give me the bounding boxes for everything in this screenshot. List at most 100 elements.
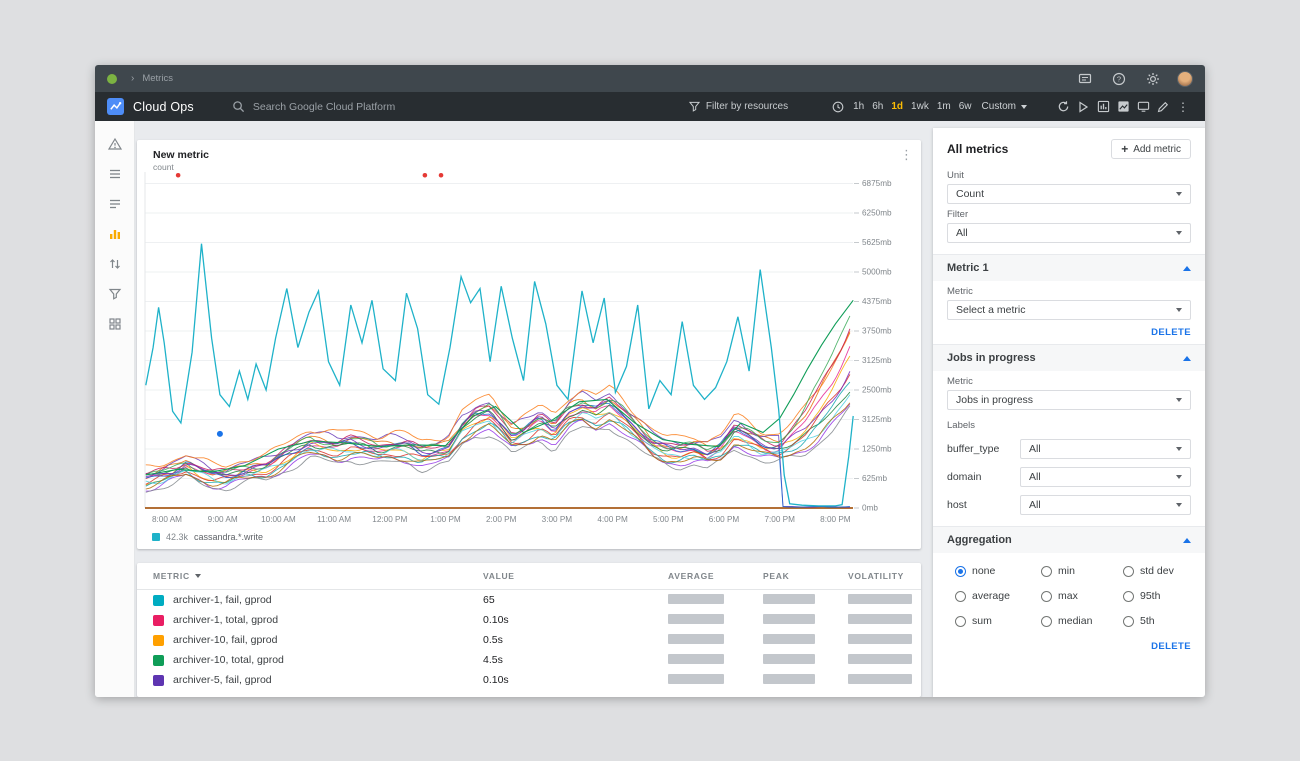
custom-range-button[interactable]: Custom [982, 101, 1027, 112]
filter-label: Filter [947, 209, 1191, 220]
search-bar[interactable]: Search Google Cloud Platform [232, 100, 395, 113]
table-row[interactable]: archiver-10, fail, gprod0.5s [137, 630, 921, 650]
label-select-buffer_type[interactable]: All [1020, 439, 1191, 459]
radio-circle-icon [1041, 616, 1052, 627]
table-row[interactable]: archiver-5, fail, gprod0.10s [137, 670, 921, 690]
clock-icon [830, 97, 845, 117]
unit-label: Unit [947, 170, 1191, 181]
svg-text:6:00 PM: 6:00 PM [709, 515, 740, 524]
time-range-1d[interactable]: 1d [891, 101, 903, 112]
svg-text:2:00 PM: 2:00 PM [486, 515, 517, 524]
chart-title: New metric [153, 149, 209, 161]
metric-name: archiver-10, fail, gprod [173, 634, 277, 646]
chevron-up-icon [1183, 266, 1191, 271]
sidebar-item-metrics-explorer[interactable] [95, 219, 135, 249]
play-icon[interactable] [1073, 97, 1093, 117]
time-range-6h[interactable]: 6h [872, 101, 883, 112]
filter-by-resources[interactable]: Filter by resources [689, 101, 788, 112]
chart-card: New metric count ⋮ 6875mb6250mb5625mb500… [137, 140, 921, 549]
table-row[interactable]: archiver-10, total, gprod4.5s [137, 650, 921, 670]
svg-text:4375mb: 4375mb [862, 297, 892, 306]
sidebar-item-filter[interactable] [95, 279, 135, 309]
metric-select[interactable]: Select a metric [947, 300, 1191, 320]
monitor-icon[interactable] [1133, 97, 1153, 117]
time-range-6w[interactable]: 6w [959, 101, 972, 112]
table-header-row: METRIC VALUE AVERAGE PEAK VOLATILITY [137, 563, 921, 590]
svg-text:7:00 PM: 7:00 PM [764, 515, 795, 524]
chevron-down-icon [1176, 192, 1182, 196]
jobs-metric-select[interactable]: Jobs in progress [947, 390, 1191, 410]
radio-max[interactable]: max [1041, 590, 1123, 602]
chart-more-icon[interactable]: ⋮ [900, 148, 913, 161]
chevron-down-icon [1176, 447, 1182, 451]
time-range-1m[interactable]: 1m [937, 101, 951, 112]
svg-text:4:00 PM: 4:00 PM [597, 515, 628, 524]
table-header-value[interactable]: VALUE [483, 571, 668, 581]
chart-legend[interactable]: 42.3k cassandra.*.write [152, 532, 263, 542]
chevron-down-icon [1176, 475, 1182, 479]
status-dot-icon [107, 74, 117, 84]
avatar[interactable] [1177, 71, 1193, 87]
table-row[interactable]: archiver-1, total, gprod0.10s [137, 610, 921, 630]
time-range-1wk[interactable]: 1wk [911, 101, 929, 112]
table-header-volatility[interactable]: VOLATILITY [848, 571, 905, 581]
svg-text:9:00 AM: 9:00 AM [208, 515, 238, 524]
more-options-icon[interactable]: ⋮ [1173, 97, 1193, 117]
annotation-red-dot [439, 173, 444, 178]
breadcrumb-chevron-icon: › [131, 73, 134, 84]
radio-median[interactable]: median [1041, 615, 1123, 627]
radio-none[interactable]: none [955, 565, 1041, 577]
svg-text:5625mb: 5625mb [862, 238, 892, 247]
sidebar-item-swap[interactable] [95, 249, 135, 279]
table-header-average[interactable]: AVERAGE [668, 571, 763, 581]
cloud-ops-logo-icon[interactable] [107, 98, 124, 115]
volatility-bar [848, 674, 912, 684]
refresh-icon[interactable] [1053, 97, 1073, 117]
feedback-icon[interactable] [1075, 69, 1095, 89]
svg-text:2500mb: 2500mb [862, 386, 892, 395]
radio-circle-icon [1123, 591, 1134, 602]
sidebar-item-list[interactable] [95, 159, 135, 189]
plus-icon: + [1121, 143, 1128, 155]
labels-title: Labels [947, 420, 1191, 431]
radio-std-dev[interactable]: std dev [1123, 565, 1191, 577]
radio-95th[interactable]: 95th [1123, 590, 1191, 602]
add-metric-button[interactable]: + Add metric [1111, 139, 1191, 159]
table-row[interactable]: archiver-1, fail, gprod65 [137, 590, 921, 610]
table-header-metric[interactable]: METRIC [153, 571, 483, 581]
help-icon[interactable]: ? [1109, 69, 1129, 89]
metric-name: archiver-1, total, gprod [173, 614, 278, 626]
table-header-peak[interactable]: PEAK [763, 571, 848, 581]
delete-aggregation-button[interactable]: DELETE [933, 627, 1205, 654]
label-select-domain[interactable]: All [1020, 467, 1191, 487]
series-color-swatch [153, 675, 164, 686]
unit-select[interactable]: Count [947, 184, 1191, 204]
sidebar-item-playlist[interactable] [95, 189, 135, 219]
chevron-up-icon [1183, 538, 1191, 543]
settings-icon[interactable] [1143, 69, 1163, 89]
chevron-down-icon [1176, 231, 1182, 235]
label-select-host[interactable]: All [1020, 495, 1191, 515]
section-jobs-in-progress[interactable]: Jobs in progress [933, 345, 1205, 371]
chevron-down-icon [1176, 503, 1182, 507]
sidebar-item-dashboards[interactable] [95, 309, 135, 339]
dashboard-icon[interactable] [1113, 97, 1133, 117]
peak-bar [763, 634, 815, 644]
section-aggregation[interactable]: Aggregation [933, 527, 1205, 553]
panel-header: All metrics + Add metric [933, 128, 1205, 165]
section-metric-1[interactable]: Metric 1 [933, 255, 1205, 281]
svg-text:3125mb: 3125mb [862, 356, 892, 365]
radio-5th[interactable]: 5th [1123, 615, 1191, 627]
filter-select[interactable]: All [947, 223, 1191, 243]
sidebar-item-alerting[interactable] [95, 129, 135, 159]
edit-icon[interactable] [1153, 97, 1173, 117]
breadcrumb[interactable]: Metrics [142, 73, 173, 84]
chart-panel-icon[interactable] [1093, 97, 1113, 117]
time-range-1h[interactable]: 1h [853, 101, 864, 112]
radio-average[interactable]: average [955, 590, 1041, 602]
delete-metric-1-button[interactable]: DELETE [933, 320, 1205, 340]
radio-sum[interactable]: sum [955, 615, 1041, 627]
left-sidebar [95, 121, 135, 697]
annotation-red-dot [176, 173, 181, 178]
radio-min[interactable]: min [1041, 565, 1123, 577]
